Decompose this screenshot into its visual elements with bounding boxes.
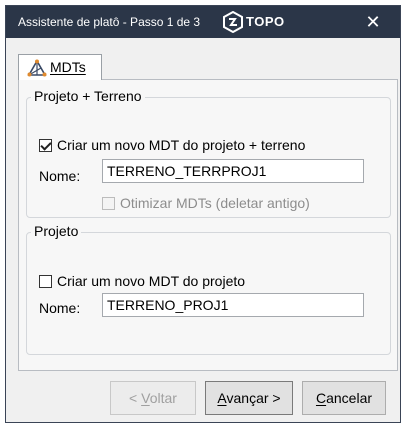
next-button[interactable]: Avançar > — [205, 381, 293, 415]
checkbox-label: Criar um novo MDT do projeto + terreno — [57, 137, 306, 153]
back-button-mnemonic: V — [141, 390, 150, 406]
brand-logo: TOPO — [222, 11, 302, 33]
checkbox-unchecked-icon[interactable] — [39, 274, 52, 288]
back-button[interactable]: < Voltar — [110, 381, 196, 415]
mdt-triangle-icon — [27, 59, 47, 77]
checkbox-label: Otimizar MDTs (deletar antigo) — [120, 195, 310, 211]
group-title-projeto: Projeto — [31, 223, 82, 239]
back-button-label: oltar — [149, 390, 177, 406]
name-label: Nome: — [39, 300, 81, 316]
group-projeto-terreno: Projeto + Terreno Criar um novo MDT do p… — [26, 88, 391, 218]
tab-label: MDTs — [50, 59, 86, 75]
group-title-projeto-terreno: Projeto + Terreno — [31, 88, 145, 104]
name-field-projeto-terreno[interactable] — [102, 159, 364, 183]
next-button-label: vançar > — [226, 390, 281, 406]
checkbox-checked-icon[interactable] — [39, 138, 52, 152]
checkbox-label: Criar um novo MDT do projeto — [57, 273, 246, 289]
tab-mdts[interactable]: MDTs — [18, 54, 102, 80]
create-mdt-projeto-terreno-checkbox[interactable]: Criar um novo MDT do projeto + terreno — [39, 137, 305, 153]
group-projeto: Projeto Criar um novo MDT do projeto Nom… — [26, 223, 391, 355]
tab-panel-mdts: Projeto + Terreno Criar um novo MDT do p… — [18, 79, 398, 371]
close-button[interactable]: ✕ — [361, 12, 385, 32]
topo-logo-icon — [223, 11, 243, 33]
optimize-mdts-checkbox[interactable]: Otimizar MDTs (deletar antigo) — [102, 195, 310, 211]
title-bar[interactable]: Assistente de platô - Passo 1 de 3 TOPO … — [6, 6, 400, 38]
cancel-button-label: ancelar — [326, 390, 373, 406]
back-button-prefix: < — [129, 390, 142, 406]
name-label: Nome: — [39, 168, 81, 184]
close-icon: ✕ — [365, 12, 381, 32]
brand-name: TOPO — [246, 14, 285, 29]
dialog-window: Assistente de platô - Passo 1 de 3 TOPO … — [5, 5, 401, 423]
next-button-mnemonic: A — [217, 390, 227, 406]
checkbox-unchecked-icon[interactable] — [102, 196, 115, 210]
window-title: Assistente de platô - Passo 1 de 3 — [18, 15, 201, 29]
cancel-button-mnemonic: C — [315, 390, 327, 406]
name-field-projeto[interactable] — [102, 293, 364, 317]
cancel-button[interactable]: Cancelar — [302, 381, 386, 415]
create-mdt-projeto-checkbox[interactable]: Criar um novo MDT do projeto — [39, 273, 245, 289]
